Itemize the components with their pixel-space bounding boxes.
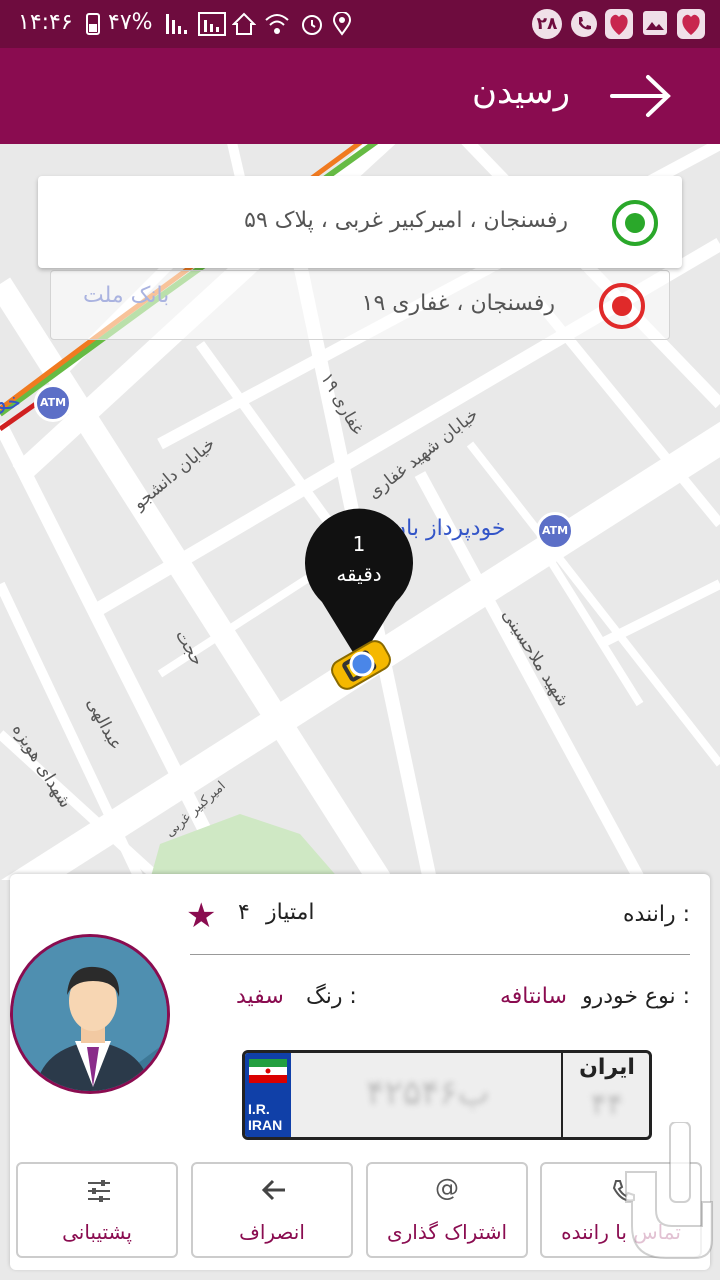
destination-marker-icon [599,283,645,329]
plate-iran: IRAN [248,1117,283,1133]
cancel-button[interactable]: انصراف [191,1162,353,1258]
app-notification-icon [605,9,633,39]
driver-avatar-icon [13,937,167,1091]
home-icon [232,12,256,35]
origin-address: رفسنجان ، امیرکبیر غربی ، پلاک ۵۹ [244,208,568,233]
page-title: رسیدن [472,72,570,112]
rating-label: امتیاز [266,900,315,925]
iran-flag-icon [249,1059,287,1083]
battery-icon [86,13,100,35]
settings-sliders-icon [88,1180,110,1202]
cancel-label: انصراف [239,1220,305,1244]
taxi-icon [331,640,391,690]
at-icon: @ [435,1174,459,1202]
plate-flag-strip: I.R. IRAN [245,1053,291,1137]
battery-level: ۴۷% [108,10,153,35]
notification-count-badge: ۲۸ [532,9,562,39]
plate-iri-text: I.R. IRAN [248,1101,282,1133]
vehicle-type-value: سانتافه [500,984,567,1009]
back-arrow-icon[interactable] [610,74,672,118]
driver-label: راننده : [623,902,690,927]
atm-marker-1[interactable]: ATM [34,384,72,422]
bank-mellat-label: بانک ملت [83,283,170,308]
destination-address: رفسنجان ، غفاری ۱۹ [361,291,555,316]
app-notification-icon-2 [677,9,705,39]
clock: ۱۴:۴۶ [18,10,73,35]
support-button[interactable]: پشتیبانی [16,1162,178,1258]
plate-number: ۴۲ب۵۴۶ [366,1073,490,1113]
origin-marker-icon [612,200,658,246]
signal-box-icon [198,12,226,36]
share-button[interactable]: @ اشتراک گذاری [366,1162,528,1258]
atm-marker-2[interactable]: ATM [536,512,574,550]
plate-main-section: ۴۲ب۵۴۶ [295,1053,563,1137]
color-value: سفید [236,984,284,1009]
star-icon: ★ [186,896,217,936]
back-arrow-icon [261,1179,285,1201]
license-plate: I.R. IRAN ۴۲ب۵۴۶ ایران ۴۴ [242,1050,652,1140]
poi-label-partial: خو [0,390,21,415]
plate-code: ۴۴ [590,1087,624,1122]
color-label: رنگ : [306,984,357,1009]
plate-iri: I.R. [248,1101,270,1117]
wifi-icon [265,14,289,34]
location-icon [332,12,352,36]
origin-address-card[interactable]: رفسنجان ، امیرکبیر غربی ، پلاک ۵۹ [38,176,682,268]
driver-avatar [10,934,170,1094]
rating-value: ۴ [238,900,250,925]
status-bar: ۱۴:۴۶ ۴۷% ۲۸ [0,0,720,48]
support-label: پشتیبانی [62,1220,132,1244]
driver-panel: راننده : امتیاز ۴ ★ نوع خودرو : سانتافه … [10,874,710,1270]
signal-icon [166,14,187,34]
eta-unit: دقیقه [336,562,382,586]
vehicle-type-label: نوع خودرو : [581,984,690,1009]
alarm-icon [302,15,322,35]
share-label: اشتراک گذاری [386,1220,508,1244]
plate-country: ایران [579,1055,635,1080]
phone-notification-icon [571,11,597,37]
destination-address-card[interactable]: بانک ملت رفسنجان ، غفاری ۱۹ [50,270,670,340]
divider [190,954,690,955]
store-watermark-logo [625,1122,713,1259]
eta-value: 1 [352,532,366,556]
gallery-icon [643,11,667,35]
